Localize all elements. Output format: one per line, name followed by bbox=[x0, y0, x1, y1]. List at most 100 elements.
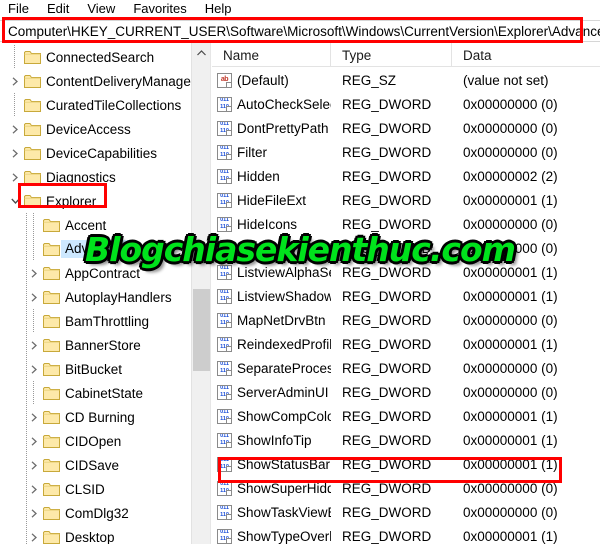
table-row[interactable]: 011 110 DontPrettyPath REG_DWORD 0x00000000 … bbox=[212, 116, 600, 140]
value-name-cell: 011 110 ShowInfoTip bbox=[212, 432, 331, 448]
column-header-name[interactable]: Name bbox=[212, 43, 331, 67]
tree-item-contentdeliverymanager[interactable]: ContentDeliveryManager bbox=[0, 69, 195, 93]
table-row[interactable]: 011110 ShowTypeOverlay REG_DWORD 0x00000001… bbox=[212, 524, 600, 544]
tree-item-bannerstore[interactable]: BannerStore bbox=[0, 333, 192, 357]
tree-item-curatedtilecollections[interactable]: CuratedTileCollections bbox=[0, 93, 192, 117]
tree-item-cd-burning[interactable]: CD Burning bbox=[0, 405, 192, 429]
table-row[interactable]: 011 110 IconsOnly REG_DWORD 0x00000000 (0) bbox=[212, 236, 600, 260]
tree-item-deviceaccess[interactable]: DeviceAccess bbox=[0, 117, 192, 141]
chevron-right-icon[interactable] bbox=[7, 69, 23, 93]
tree-connector-line bbox=[26, 477, 27, 501]
chevron-right-icon[interactable] bbox=[26, 501, 42, 525]
table-row[interactable]: 011 110 ShowInfoTip REG_DWORD 0x00000001 (1) bbox=[212, 428, 600, 452]
table-row[interactable]: 011110 ListviewAlphaSe... REG_DWORD 0x00000… bbox=[212, 260, 600, 284]
chevron-right-icon[interactable] bbox=[26, 429, 42, 453]
chevron-right-icon[interactable] bbox=[7, 117, 23, 141]
menu-item-edit[interactable]: Edit bbox=[47, 0, 78, 18]
value-name-label: (Default) bbox=[237, 72, 289, 88]
tree-connector-line bbox=[33, 309, 34, 333]
tree-item-clsid[interactable]: CLSID bbox=[0, 477, 192, 501]
tree-item-cabinetstate[interactable]: CabinetState bbox=[0, 381, 192, 405]
tree-item-autoplayhandlers[interactable]: AutoplayHandlers bbox=[0, 285, 192, 309]
folder-icon bbox=[42, 501, 61, 525]
table-row[interactable]: 011 110 MapNetDrvBtn REG_DWORD 0x00000000 (0… bbox=[212, 308, 600, 332]
value-name-cell: 011 110 Hidden bbox=[212, 168, 331, 184]
chevron-right-icon[interactable] bbox=[26, 525, 42, 544]
registry-values-list[interactable]: Name Type Data ab (Default) REG_SZ (value n… bbox=[212, 43, 600, 544]
value-name-label: ShowTypeOverlay bbox=[237, 528, 331, 544]
table-row[interactable]: 011 110 ServerAdminUI REG_DWORD 0x00000000 (… bbox=[212, 380, 600, 404]
tree-item-label: Diagnostics bbox=[46, 169, 116, 185]
chevron-down-icon[interactable] bbox=[7, 189, 23, 213]
value-type-cell: REG_DWORD bbox=[342, 96, 432, 112]
tree-item-comdlg32[interactable]: ComDlg32 bbox=[0, 501, 192, 525]
registry-key-tree[interactable]: ConnectedSearch ContentDeliveryManager Cur… bbox=[0, 43, 211, 544]
tree-leaf-spacer bbox=[7, 45, 23, 69]
tree-item-bitbucket[interactable]: BitBucket bbox=[0, 357, 192, 381]
menu-item-help[interactable]: Help bbox=[205, 0, 241, 18]
tree-connector-line bbox=[33, 381, 34, 405]
value-type-cell: REG_DWORD bbox=[342, 408, 432, 424]
tree-item-bamthrottling[interactable]: BamThrottling bbox=[0, 309, 192, 333]
column-header-data[interactable]: Data bbox=[452, 43, 600, 67]
table-row[interactable]: ab (Default) REG_SZ (value not set) bbox=[212, 68, 600, 92]
menu-item-view[interactable]: View bbox=[87, 0, 124, 18]
tree-connector-line bbox=[33, 213, 34, 237]
chevron-right-icon[interactable] bbox=[26, 285, 42, 309]
table-row[interactable]: 011 110 Hidden REG_DWORD 0x00000002 (2) bbox=[212, 164, 600, 188]
value-type-cell: REG_DWORD bbox=[342, 480, 432, 496]
table-row[interactable]: 011110 ShowTaskViewB... REG_DWORD 0x0000000… bbox=[212, 500, 600, 524]
tree-item-diagnostics[interactable]: Diagnostics bbox=[0, 165, 192, 189]
chevron-right-icon[interactable] bbox=[26, 261, 42, 285]
registry-path-input[interactable]: Computer\HKEY_CURRENT_USER\Software\Micr… bbox=[0, 20, 600, 42]
tree-item-cidopen[interactable]: CIDOpen bbox=[0, 429, 192, 453]
value-data-cell: 0x00000000 (0) bbox=[463, 144, 558, 160]
chevron-right-icon[interactable] bbox=[26, 477, 42, 501]
tree-item-accent[interactable]: Accent bbox=[0, 213, 192, 237]
tree-item-cidsave[interactable]: CIDSave bbox=[0, 453, 192, 477]
chevron-right-icon[interactable] bbox=[26, 453, 42, 477]
table-row[interactable]: 011 110 ReindexedProfile REG_DWORD 0x0000000… bbox=[212, 332, 600, 356]
chevron-right-icon[interactable] bbox=[26, 357, 42, 381]
value-type-cell: REG_DWORD bbox=[342, 144, 432, 160]
value-name-cell: ab (Default) bbox=[212, 72, 331, 88]
menu-item-favorites[interactable]: Favorites bbox=[133, 0, 195, 18]
value-name-label: Filter bbox=[237, 144, 267, 160]
tree-item-desktop[interactable]: Desktop bbox=[0, 525, 192, 544]
value-type-cell: REG_SZ bbox=[342, 72, 397, 88]
table-row[interactable]: 011 110 ShowSuperHidd REG_DWORD 0x00000000 (… bbox=[212, 476, 600, 500]
table-row[interactable]: 011 110 ListviewShadow REG_DWORD 0x00000001 … bbox=[212, 284, 600, 308]
tree-connector-line bbox=[26, 333, 27, 357]
tree-item-connectedsearch[interactable]: ConnectedSearch bbox=[0, 45, 192, 69]
tree-item-explorer[interactable]: Explorer bbox=[0, 189, 192, 213]
table-row[interactable]: 011 110 HideIcons REG_DWORD 0x00000000 (0) bbox=[212, 212, 600, 236]
dword-value-icon: 011 110 bbox=[217, 480, 232, 496]
tree-item-advanced[interactable]: Advanced bbox=[0, 237, 192, 261]
table-row[interactable]: 011 110 AutoCheckSelect REG_DWORD 0x00000000… bbox=[212, 92, 600, 116]
table-row[interactable]: 011 110 ShowCompColor REG_DWORD 0x00000001 (… bbox=[212, 404, 600, 428]
table-row[interactable]: 011 110 Filter REG_DWORD 0x00000000 (0) bbox=[212, 140, 600, 164]
tree-connector-line bbox=[26, 525, 27, 544]
column-header-type[interactable]: Type bbox=[331, 43, 452, 67]
table-row[interactable]: 011 110 SeparateProcess REG_DWORD 0x00000000… bbox=[212, 356, 600, 380]
chevron-right-icon[interactable] bbox=[7, 141, 23, 165]
value-name-cell: 011 110 DontPrettyPath bbox=[212, 120, 331, 136]
tree-item-label: CIDSave bbox=[65, 457, 120, 473]
tree-item-devicecapabilities[interactable]: DeviceCapabilities bbox=[0, 141, 192, 165]
chevron-right-icon[interactable] bbox=[7, 165, 23, 189]
value-name-label: IconsOnly bbox=[237, 240, 298, 256]
dword-value-icon: 011 110 bbox=[217, 360, 232, 376]
tree-scrollbar[interactable] bbox=[191, 43, 210, 544]
tree-item-label: BamThrottling bbox=[65, 313, 150, 329]
chevron-right-icon[interactable] bbox=[26, 333, 42, 357]
table-row[interactable]: 011 110 HideFileExt REG_DWORD 0x00000001 (1) bbox=[212, 188, 600, 212]
chevron-right-icon[interactable] bbox=[26, 405, 42, 429]
table-row[interactable]: 011 110 ShowStatusBar REG_DWORD 0x00000001 (… bbox=[212, 452, 600, 476]
tree-item-appcontract[interactable]: AppContract bbox=[0, 261, 192, 285]
dword-value-icon: 011 110 bbox=[217, 216, 232, 232]
tree-scrollbar-thumb[interactable] bbox=[193, 289, 210, 371]
menu-item-file[interactable]: File bbox=[8, 0, 38, 18]
value-name-label: ShowInfoTip bbox=[237, 432, 312, 448]
scroll-up-arrow-icon[interactable] bbox=[192, 43, 210, 62]
dword-value-icon: 011 110 bbox=[217, 456, 232, 472]
